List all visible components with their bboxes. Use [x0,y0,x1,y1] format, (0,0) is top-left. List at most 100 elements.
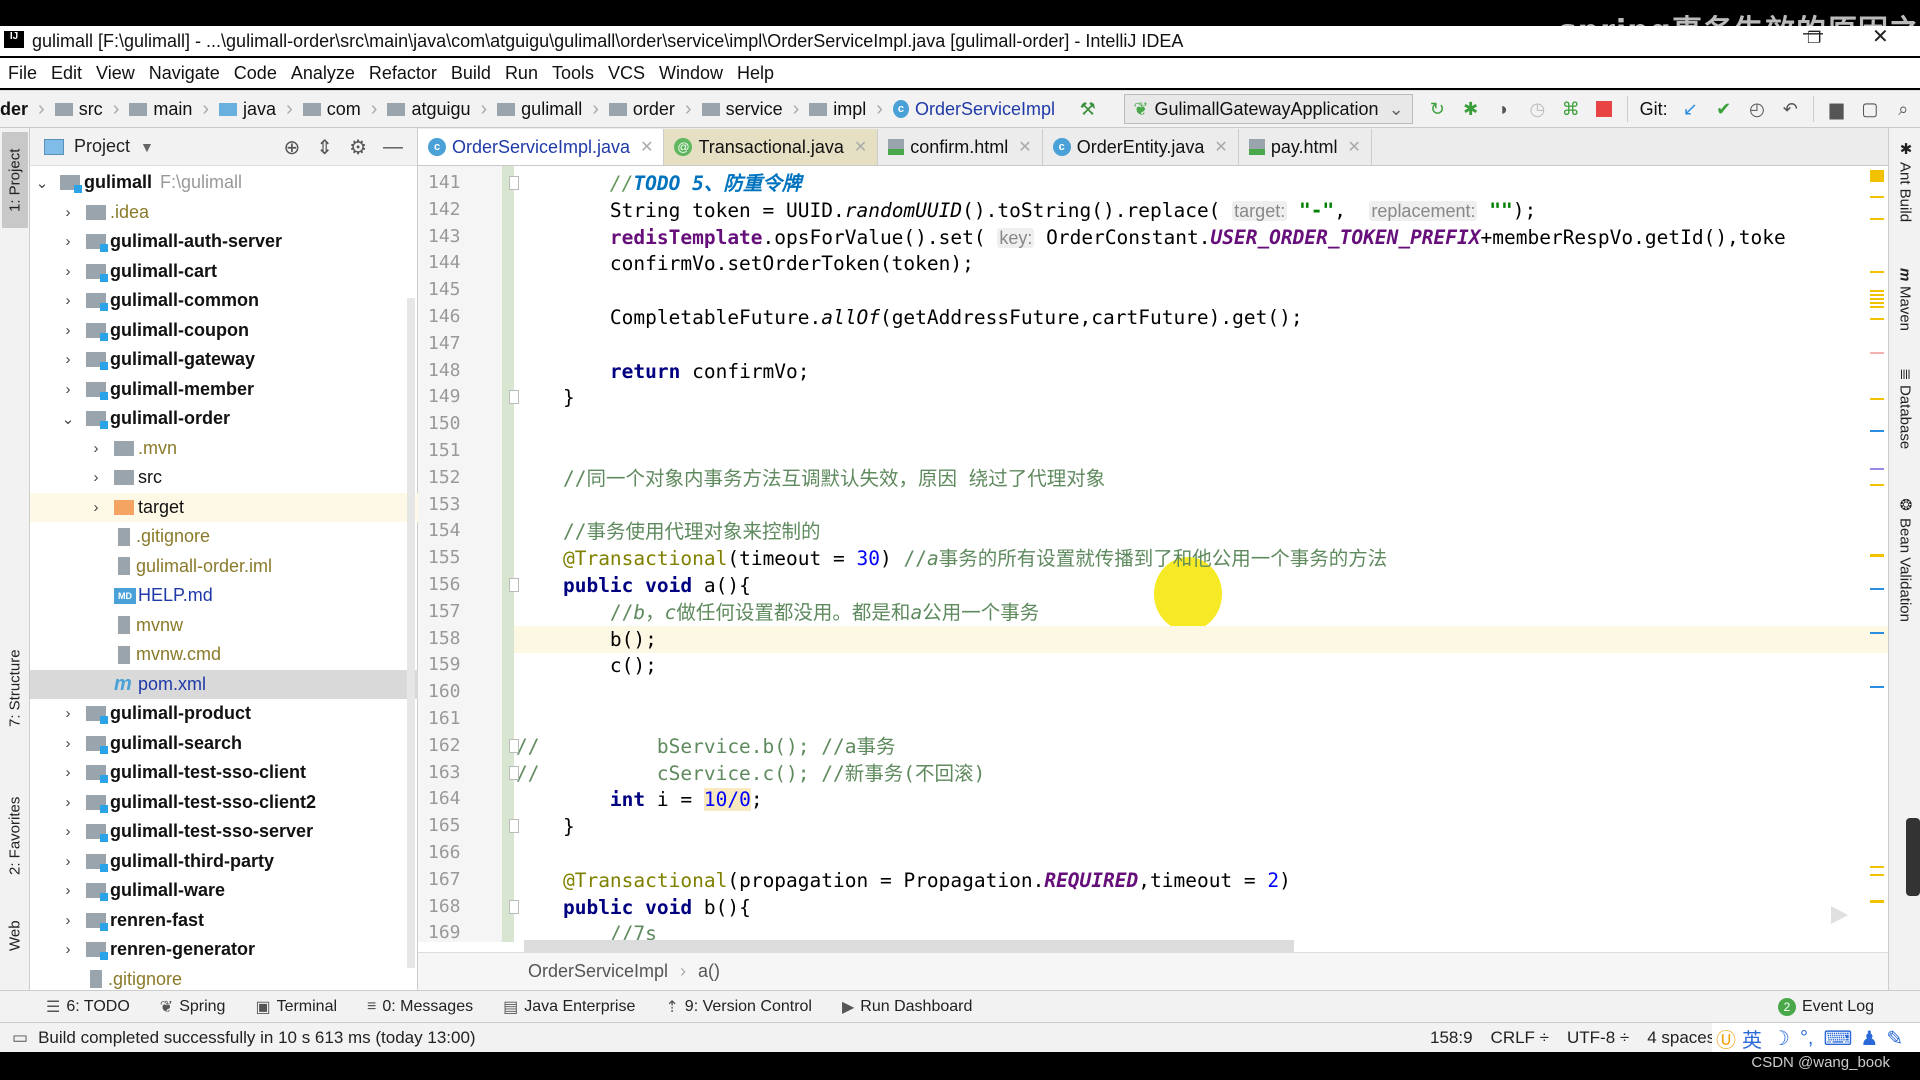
error-stripe-mark[interactable] [1870,306,1884,308]
chevron-right-icon[interactable]: › [60,263,76,280]
code-editor[interactable]: //TODO 5、防重令牌 String token = UUID.random… [514,166,1888,942]
editor-tab[interactable]: c OrderEntity.java ✕ [1043,129,1239,165]
code-line[interactable]: CompletableFuture.allOf(getAddressFuture… [514,304,1888,331]
code-line[interactable] [514,331,1888,358]
code-line[interactable]: String token = UUID.randomUUID().toStrin… [514,197,1888,224]
error-stripe-mark[interactable] [1870,430,1884,432]
chevron-right-icon[interactable]: › [88,499,104,516]
tree-item[interactable]: › gulimall-cart [30,257,418,286]
chevron-right-icon[interactable]: › [60,204,76,221]
menu-vcs[interactable]: VCS [608,63,651,84]
code-line[interactable] [514,411,1888,438]
ime-settings-wrench-icon[interactable]: ✎ [1886,1026,1903,1051]
menu-refactor[interactable]: Refactor [369,63,443,84]
close-tab-icon[interactable]: ✕ [1214,137,1227,157]
stop-icon[interactable] [1593,97,1614,121]
breadcrumb-item[interactable]: service › [692,98,799,121]
fold-marker-icon[interactable] [509,176,519,190]
menu-analyze[interactable]: Analyze [291,63,361,84]
breadcrumb-item[interactable]: src › [45,98,119,121]
tree-item[interactable]: › gulimall-search [30,729,418,758]
code-line[interactable]: //TODO 5、防重令牌 [514,170,1888,197]
fold-marker-icon[interactable] [509,738,519,753]
tree-item[interactable]: › gulimall-common [30,286,418,315]
tree-item[interactable]: mvnw [30,611,418,640]
dropdown-arrow-icon[interactable]: ▼ [140,139,154,155]
tree-item[interactable]: m pom.xml [30,669,418,699]
tree-item[interactable]: .gitignore [30,522,418,551]
project-view-select[interactable]: Project [74,136,130,157]
tool-tab-maven[interactable]: m Maven [1893,268,1917,331]
fold-marker-icon[interactable] [509,765,519,780]
close-icon[interactable]: ✕ [1872,24,1889,49]
error-stripe-mark[interactable] [1870,874,1884,876]
code-line[interactable]: } [514,384,1888,411]
git-history-icon[interactable]: ◴ [1746,97,1767,121]
code-line[interactable]: //7s [514,920,1888,942]
code-line[interactable]: int i = 10/0; [514,786,1888,813]
git-commit-icon[interactable]: ✔ [1713,97,1734,121]
tool-window-button[interactable]: ▤ Java Enterprise [503,997,635,1017]
tree-item[interactable]: › gulimall-gateway [30,345,418,374]
tree-item[interactable]: › .mvn [30,434,418,463]
fold-marker-icon[interactable] [509,819,519,834]
menu-file[interactable]: File [8,63,43,84]
tool-tab-database[interactable]: ≣ Database [1893,368,1917,449]
chevron-down-icon[interactable]: ⌄ [34,174,50,192]
error-stripe-mark[interactable] [1870,294,1884,296]
close-tab-icon[interactable]: ✕ [1348,137,1361,157]
tool-tab-bean-validation[interactable]: ❂ Bean Validation [1893,496,1917,622]
code-line[interactable]: return confirmVo; [514,358,1888,385]
code-line[interactable] [514,840,1888,867]
editor-tab[interactable]: confirm.html ✕ [878,129,1043,165]
attach-debugger-icon[interactable]: ⌘ [1560,97,1581,121]
code-line[interactable]: // cService.c(); //新事务(不回滚) [514,760,1888,787]
error-stripe-mark[interactable] [1870,900,1884,903]
ime-punctuation-icon[interactable]: °, [1800,1027,1814,1050]
caret-position[interactable]: 158:9 [1430,1028,1473,1048]
breadcrumb-current[interactable]: OrderServiceImpl [915,99,1055,120]
chevron-right-icon[interactable]: › [88,469,104,486]
chevron-right-icon[interactable]: › [60,292,76,309]
tree-item[interactable]: › gulimall-ware [30,876,418,905]
ime-language-toggle[interactable]: 英 [1742,1024,1762,1053]
chevron-right-icon[interactable]: › [60,705,76,722]
code-line[interactable]: public void a(){ [514,572,1888,599]
code-line[interactable]: public void b(){ [514,894,1888,921]
tree-item[interactable]: › gulimall-coupon [30,316,418,345]
chevron-right-icon[interactable]: › [60,764,76,781]
tree-item[interactable]: gulimall-order.iml [30,552,418,581]
tree-item[interactable]: MD HELP.md [30,581,418,610]
ime-moon-icon[interactable]: ☽ [1772,1026,1790,1051]
tool-tab-ant-build[interactable]: ✱ Ant Build [1893,140,1917,222]
chevron-right-icon[interactable]: › [60,912,76,929]
tree-item[interactable]: › gulimall-auth-server [30,227,418,256]
code-line[interactable] [514,277,1888,304]
run-config-select[interactable]: ❦ GulimallGatewayApplication ⌄ [1124,94,1413,124]
encoding-select[interactable]: UTF-8 ÷ [1567,1028,1629,1048]
menu-edit[interactable]: Edit [51,63,88,84]
tool-window-button[interactable]: ▶ Run Dashboard [842,997,972,1017]
error-stripe-mark[interactable] [1870,352,1884,354]
error-stripe-mark[interactable] [1870,196,1884,198]
code-line[interactable]: b(); [514,625,1888,653]
run-anything-icon[interactable]: ▢ [1859,97,1880,121]
tool-tab-web[interactable]: Web [2,906,28,966]
error-stripe-mark[interactable] [1870,218,1884,220]
tree-item[interactable]: › gulimall-test-sso-client [30,758,418,787]
chevron-right-icon[interactable]: › [60,941,76,958]
chevron-right-icon[interactable]: › [60,322,76,339]
editor-crumb-class[interactable]: OrderServiceImpl [528,961,668,982]
menu-run[interactable]: Run [505,63,544,84]
error-stripe-mark[interactable] [1870,298,1884,300]
error-stripe-mark[interactable] [1870,302,1884,304]
project-scrollbar[interactable] [407,298,415,968]
event-log-button[interactable]: 2 Event Log [1777,997,1874,1016]
error-stripe-mark[interactable] [1870,588,1884,590]
indent-select[interactable]: 4 spaces [1647,1028,1715,1048]
tool-tab-favorites[interactable]: 2: Favorites [2,776,28,896]
menu-tools[interactable]: Tools [552,63,600,84]
editor-tab[interactable]: c OrderServiceImpl.java ✕ [418,129,665,165]
gear-icon[interactable]: ⚙ [349,135,367,160]
editor-tab[interactable]: @ Transactional.java ✕ [664,129,879,165]
